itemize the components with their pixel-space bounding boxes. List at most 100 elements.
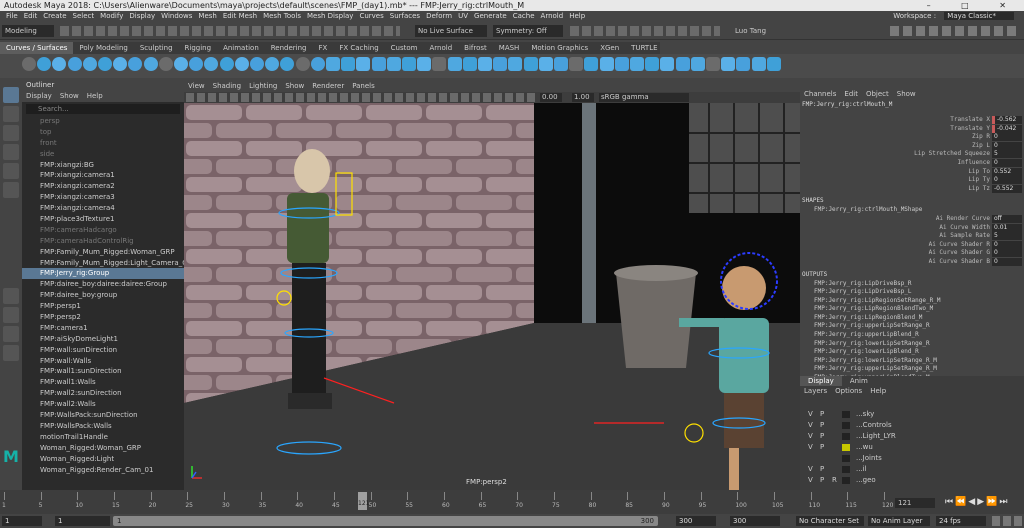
outliner-item[interactable]: FMP:xiangzi:camera4: [22, 203, 184, 214]
layer-visibility-toggle[interactable]: V: [808, 409, 813, 420]
shelf-tool-icon[interactable]: [447, 57, 462, 71]
shelf-tab-motion-graphics[interactable]: Motion Graphics: [525, 42, 594, 54]
channel-value-field[interactable]: 0: [992, 141, 1022, 150]
output-node[interactable]: FMP:Jerry_rig:lowerLipBlend_R: [800, 348, 1024, 357]
layer-name[interactable]: ...geo: [856, 475, 876, 486]
layer-tab-anim[interactable]: Anim: [842, 376, 876, 386]
layout-outliner-icon[interactable]: [3, 345, 19, 361]
shelf-tool-icon[interactable]: [52, 57, 67, 71]
shelf-tool-icon[interactable]: [690, 57, 705, 71]
shelf-tool-icon[interactable]: [493, 57, 508, 71]
shelf-tool-icon[interactable]: [599, 57, 614, 71]
output-node[interactable]: FMP:Jerry_rig:LipDriveBsp_L: [800, 288, 1024, 297]
layer-color-swatch[interactable]: [842, 433, 850, 440]
menu-deform[interactable]: Deform: [426, 12, 452, 20]
shelf-tab-animation[interactable]: Animation: [217, 42, 265, 54]
layout-two-icon[interactable]: [3, 326, 19, 342]
shelf-tool-icon[interactable]: [174, 57, 188, 71]
menu-arnold[interactable]: Arnold: [541, 12, 564, 20]
channel-row[interactable]: Lip To 0.552: [800, 167, 1024, 177]
outliner-item[interactable]: FMP:aiSkyDomeLight1: [22, 334, 184, 345]
shelf-tool-icon[interactable]: [614, 57, 629, 71]
lasso-tool-icon[interactable]: [3, 106, 19, 122]
shelf-tool-icon[interactable]: [113, 57, 128, 71]
output-node[interactable]: FMP:Jerry_rig:LipRegionBlendTwo_M: [800, 305, 1024, 314]
channel-value-field[interactable]: 0: [992, 158, 1022, 167]
outliner-item[interactable]: FMP:dairee_boy:dairee:dairee:Group: [22, 279, 184, 290]
shelf-tab-rigging[interactable]: Rigging: [179, 42, 218, 54]
layer-visibility-toggle[interactable]: V: [808, 464, 813, 475]
menu-uv[interactable]: UV: [458, 12, 468, 20]
shelf-tab-rendering[interactable]: Rendering: [265, 42, 313, 54]
shelf-tool-icon[interactable]: [402, 57, 416, 71]
menu-create[interactable]: Create: [43, 12, 66, 20]
shelf-tool-icon[interactable]: [569, 57, 584, 71]
shelf-tool-icon[interactable]: [37, 57, 52, 71]
shape-attr-value[interactable]: off: [992, 214, 1022, 223]
layout-single-icon[interactable]: [3, 288, 19, 304]
channel-row[interactable]: Zip R0: [800, 133, 1024, 142]
shelf-tab-fx-caching[interactable]: FX Caching: [333, 42, 384, 54]
layer-row[interactable]: V P ...sky: [800, 409, 1024, 420]
outliner-item[interactable]: side: [22, 149, 184, 160]
layer-name[interactable]: ...Controls: [856, 420, 892, 431]
end-time-field[interactable]: 300: [730, 516, 780, 526]
viewport-toolbar-icons[interactable]: [186, 93, 536, 102]
outliner-item[interactable]: Woman_Rigged:Render_Cam_01: [22, 465, 184, 476]
channel-value-field[interactable]: -0.042: [992, 124, 1022, 133]
output-node[interactable]: FMP:Jerry_rig:LipRegionBlend_M: [800, 314, 1024, 323]
outliner-item[interactable]: FMP:xiangzi:camera3: [22, 192, 184, 203]
menu-mesh-tools[interactable]: Mesh Tools: [263, 12, 301, 20]
user-account[interactable]: Luo Tang: [735, 25, 795, 37]
shelf-tool-icon[interactable]: [675, 57, 690, 71]
layer-playback-toggle[interactable]: P: [820, 431, 824, 442]
outliner-item[interactable]: Woman_Rigged:Light: [22, 454, 184, 465]
menu-edit[interactable]: Edit: [24, 12, 38, 20]
outliner-item[interactable]: FMP:Family_Mum_Rigged:Woman_GRP: [22, 247, 184, 258]
layer-row[interactable]: V P ...Light_LYR: [800, 431, 1024, 442]
layout-four-icon[interactable]: [3, 307, 19, 323]
symmetry-field[interactable]: Symmetry: Off: [493, 25, 563, 37]
current-frame-field[interactable]: 121: [895, 498, 935, 508]
shape-attr-value[interactable]: 0: [992, 249, 1022, 258]
layer-row[interactable]: ...Joints: [800, 453, 1024, 464]
menu-mesh[interactable]: Mesh: [198, 12, 216, 20]
shelf-tool-icon[interactable]: [280, 57, 295, 71]
output-node[interactable]: FMP:Jerry_rig:lowerLipSetRange_R_M: [800, 357, 1024, 366]
channel-value-field[interactable]: 0.552: [992, 167, 1022, 176]
outliner-item[interactable]: FMP:xiangzi:camera1: [22, 170, 184, 181]
channel-row[interactable]: Lip Tz -0.552: [800, 184, 1024, 194]
shelf-tool-icon[interactable]: [295, 57, 310, 71]
shelf-tool-icon[interactable]: [143, 57, 158, 71]
shelf-tab-arnold[interactable]: Arnold: [424, 42, 459, 54]
layer-color-swatch[interactable]: [842, 444, 850, 451]
shelf-tab-poly-modeling[interactable]: Poly Modeling: [73, 42, 133, 54]
shape-attr-row[interactable]: Ai Sample Rate 5: [800, 232, 1024, 241]
menu-display[interactable]: Display: [129, 12, 155, 20]
playback-controls[interactable]: ⏮⏪◀▶⏩⏭: [945, 496, 1020, 508]
output-node[interactable]: FMP:Jerry_rig:upperLipSetRange_R_M: [800, 365, 1024, 374]
outliner-item[interactable]: FMP:cameraHadcargo: [22, 225, 184, 236]
mode-select[interactable]: Modeling: [2, 25, 54, 37]
viewport-menu-shading[interactable]: Shading: [213, 82, 241, 90]
layer-row[interactable]: V P ...wu: [800, 442, 1024, 453]
shelf-tool-icon[interactable]: [356, 57, 371, 71]
shape-attr-row[interactable]: Ai Curve Shader B0: [800, 257, 1024, 267]
layer-row[interactable]: V P ...il: [800, 464, 1024, 475]
shelf-tool-icon[interactable]: [204, 57, 219, 71]
shape-attr-value[interactable]: 5: [992, 232, 1022, 241]
outliner-item[interactable]: motionTrail1Handle: [22, 432, 184, 443]
viewport-menu-panels[interactable]: Panels: [352, 82, 375, 90]
menu-cache[interactable]: Cache: [513, 12, 535, 20]
shelf-tool-icon[interactable]: [371, 57, 386, 71]
outliner-item[interactable]: FMP:xiangzi:BG: [22, 160, 184, 171]
menu-modify[interactable]: Modify: [100, 12, 123, 20]
shelf-tool-icon[interactable]: [326, 57, 340, 71]
current-frame-marker[interactable]: 121: [358, 492, 369, 510]
paint-select-icon[interactable]: [3, 125, 19, 141]
layer-menu-help[interactable]: Help: [870, 387, 886, 395]
layer-color-swatch[interactable]: [842, 411, 850, 418]
shelf-tool-icon[interactable]: [721, 57, 736, 71]
outliner-item[interactable]: FMP:camera1: [22, 323, 184, 334]
menu-generate[interactable]: Generate: [474, 12, 507, 20]
